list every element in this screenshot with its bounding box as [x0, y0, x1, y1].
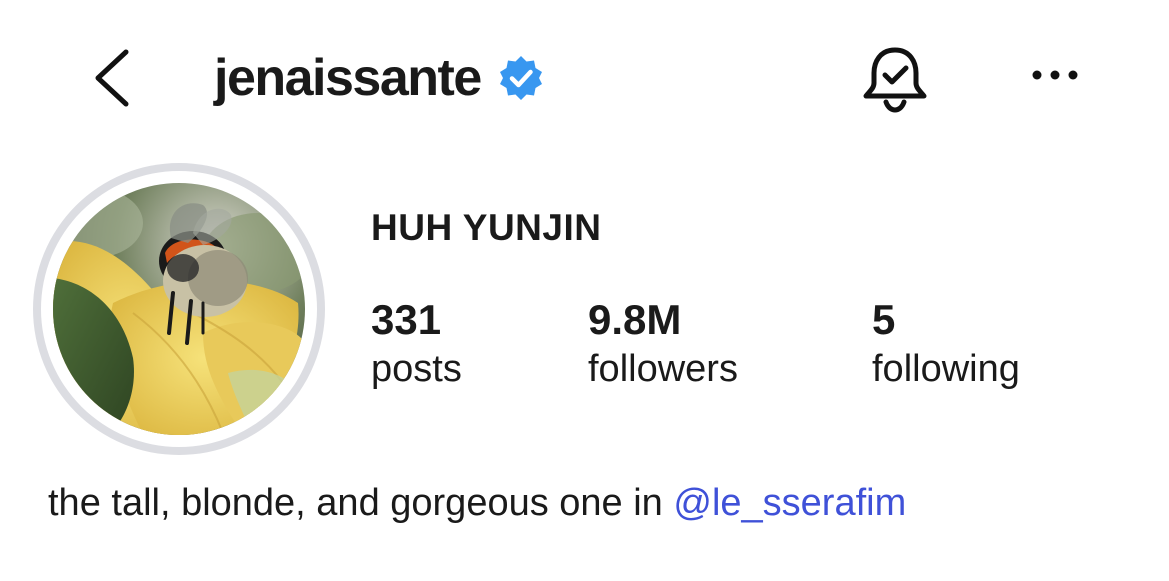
bell-check-icon: [863, 47, 927, 113]
posts-stat[interactable]: 331 posts: [371, 296, 462, 394]
bio-mention-link[interactable]: @le_sserafim: [673, 482, 906, 524]
username: jenaissante: [214, 49, 482, 107]
following-count: 5: [872, 296, 896, 343]
posts-label: posts: [371, 348, 462, 390]
profile-screen: jenaissante HUH YUNJIN 331 posts 9.8M fo…: [0, 0, 1169, 581]
verified-badge-icon: [499, 56, 542, 100]
followers-label: followers: [588, 348, 738, 390]
followers-stat[interactable]: 9.8M followers: [588, 296, 738, 394]
followers-count: 9.8M: [588, 296, 682, 343]
profile-bio: the tall, blonde, and gorgeous one in @l…: [48, 478, 906, 528]
posts-count: 331: [371, 296, 442, 343]
back-button[interactable]: [84, 42, 144, 114]
avatar-image: [53, 183, 305, 435]
following-stat[interactable]: 5 following: [872, 296, 1020, 394]
profile-avatar[interactable]: [33, 163, 325, 455]
more-horizontal-icon: [1032, 70, 1078, 80]
profile-header-title: jenaissante: [214, 40, 545, 116]
following-label: following: [872, 348, 1020, 390]
display-name: HUH YUNJIN: [371, 207, 602, 248]
chevron-left-icon: [95, 49, 129, 107]
more-options-button[interactable]: [1022, 52, 1088, 98]
bio-text: the tall, blonde, and gorgeous one in: [48, 482, 674, 524]
notifications-button[interactable]: [858, 40, 932, 116]
